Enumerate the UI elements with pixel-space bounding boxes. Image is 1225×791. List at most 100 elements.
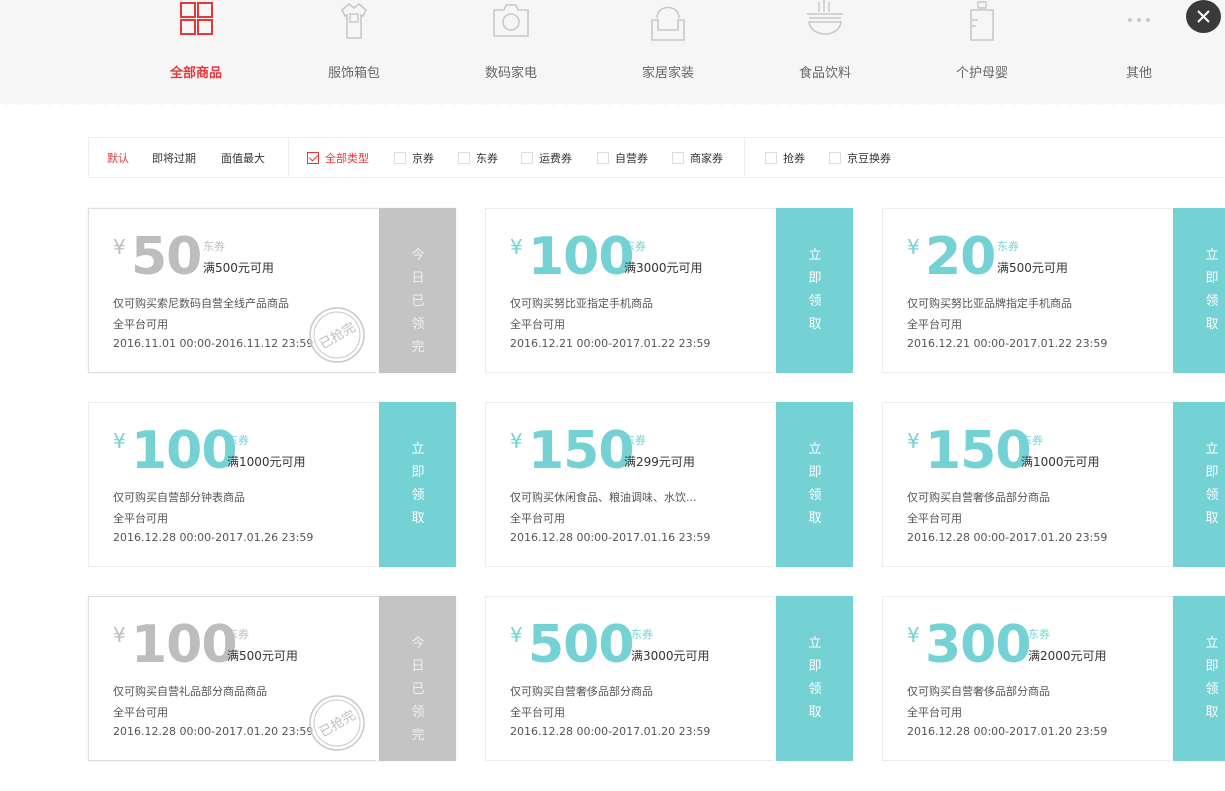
coupon-platform: 全平台可用 <box>907 318 962 331</box>
side-char: 领 <box>808 294 822 309</box>
side-char: 完 <box>411 728 425 743</box>
side-char: 今 <box>411 248 425 263</box>
coupon-card: ¥ 150 东券 满1000元可用 仅可购买自营奢侈品部分商品 全平台可用 20… <box>882 402 1225 567</box>
currency-symbol: ¥ <box>907 235 920 259</box>
coupon-condition: 满3000元可用 <box>631 649 710 663</box>
currency-symbol: ¥ <box>510 429 523 453</box>
coupon-condition: 满2000元可用 <box>1028 649 1107 663</box>
coupon-platform: 全平台可用 <box>907 706 962 719</box>
camera-icon <box>493 4 529 37</box>
coupon-condition: 满299元可用 <box>624 455 695 469</box>
currency-symbol: ¥ <box>510 623 523 647</box>
side-char: 立 <box>808 442 822 457</box>
coupon-platform: 全平台可用 <box>907 512 962 525</box>
side-char: 取 <box>1205 317 1219 332</box>
filter-bean-exchange[interactable]: 京豆换券 <box>829 150 891 166</box>
checkbox-icon <box>829 152 841 164</box>
category-label: 全部商品 <box>169 66 222 81</box>
close-button[interactable] <box>1186 0 1221 33</box>
sold-out-stamp-icon: 已抢完 <box>309 307 365 363</box>
side-char: 即 <box>808 271 822 286</box>
claim-button[interactable]: 立即领取 <box>1170 596 1225 761</box>
coupon-platform: 全平台可用 <box>510 512 565 525</box>
category-label: 数码家电 <box>484 66 537 81</box>
side-char: 领 <box>808 488 822 503</box>
coupon-amount: 100 <box>528 227 635 287</box>
side-char: 即 <box>411 465 425 480</box>
coupon-card: ¥ 100 东券 满500元可用 仅可购买自营礼品部分商品商品 全平台可用 20… <box>88 596 456 761</box>
coupon-description: 仅可购买索尼数码自营全线产品商品 <box>113 297 289 310</box>
category-label: 个护母婴 <box>955 66 1008 81</box>
claim-button[interactable]: 立即领取 <box>773 402 853 567</box>
claim-button[interactable]: 立即领取 <box>1170 208 1225 373</box>
currency-symbol: ¥ <box>113 429 126 453</box>
coupon-description: 仅可购买自营部分钟表商品 <box>113 491 245 504</box>
side-char: 日 <box>411 659 425 674</box>
coupon-amount: 150 <box>528 421 635 481</box>
sort-max-value[interactable]: 面值最大 <box>221 150 265 166</box>
coupon-type: 东券 <box>1021 434 1043 447</box>
coupon-type: 东券 <box>227 628 249 641</box>
coupon-description: 仅可购买自营奢侈品部分商品 <box>907 685 1050 698</box>
claim-button[interactable]: 立即领取 <box>376 402 456 567</box>
coupon-card: ¥ 50 东券 满500元可用 仅可购买索尼数码自营全线产品商品 全平台可用 2… <box>88 208 456 373</box>
coupon-date-range: 2016.12.28 00:00-2017.01.20 23:59 <box>907 725 1108 738</box>
coupon-amount: 100 <box>131 615 238 675</box>
sort-expiring[interactable]: 即将过期 <box>152 150 196 166</box>
coupon-card: ¥ 300 东券 满2000元可用 仅可购买自营奢侈品部分商品 全平台可用 20… <box>882 596 1225 761</box>
side-char: 即 <box>1205 465 1219 480</box>
coupon-condition: 满1000元可用 <box>1021 455 1100 469</box>
coupon-platform: 全平台可用 <box>113 318 168 331</box>
sold-out-panel: 今日已领完 <box>376 208 456 373</box>
coupon-condition: 满500元可用 <box>997 261 1068 275</box>
side-char: 即 <box>1205 659 1219 674</box>
coupon-platform: 全平台可用 <box>113 512 168 525</box>
type-shipping[interactable]: 运费券 <box>521 150 572 166</box>
side-char: 取 <box>411 511 425 526</box>
type-self-run[interactable]: 自营券 <box>597 150 648 166</box>
coupon-card: ¥ 500 东券 满3000元可用 仅可购买自营奢侈品部分商品 全平台可用 20… <box>485 596 853 761</box>
side-char: 即 <box>808 465 822 480</box>
side-char: 取 <box>1205 511 1219 526</box>
coupon-date-range: 2016.12.28 00:00-2017.01.20 23:59 <box>907 531 1108 544</box>
type-label: 商家券 <box>690 152 723 165</box>
coupon-description: 仅可购买自营礼品部分商品商品 <box>113 685 267 698</box>
checkbox-icon <box>672 152 684 164</box>
coupon-description: 仅可购买努比亚品牌指定手机商品 <box>907 297 1072 310</box>
category-label: 家居家装 <box>641 66 694 81</box>
coupon-date-range: 2016.11.01 00:00-2016.11.12 23:59 <box>113 337 314 350</box>
type-all[interactable]: 全部类型 <box>307 150 369 166</box>
checkbox-icon <box>521 152 533 164</box>
coupon-date-range: 2016.12.28 00:00-2017.01.16 23:59 <box>510 531 711 544</box>
side-char: 今 <box>411 636 425 651</box>
coupon-card: ¥ 100 东券 满1000元可用 仅可购买自营部分钟表商品 全平台可用 201… <box>88 402 456 567</box>
coupon-amount: 500 <box>528 615 635 675</box>
filter-grab[interactable]: 抢券 <box>765 150 805 166</box>
side-char: 领 <box>808 682 822 697</box>
currency-symbol: ¥ <box>113 623 126 647</box>
claim-button[interactable]: 立即领取 <box>773 596 853 761</box>
side-char: 领 <box>411 317 425 332</box>
type-dong[interactable]: 东券 <box>458 150 498 166</box>
sort-default[interactable]: 默认 <box>107 150 129 166</box>
type-label: 全部类型 <box>325 152 369 165</box>
coupon-type: 东券 <box>997 240 1019 253</box>
checkbox-icon <box>765 152 777 164</box>
checkbox-icon <box>307 152 319 164</box>
side-char: 日 <box>411 271 425 286</box>
filter-separator <box>288 138 289 177</box>
side-char: 已 <box>411 682 425 697</box>
coupon-type: 东券 <box>624 434 646 447</box>
type-merchant[interactable]: 商家券 <box>672 150 723 166</box>
side-char: 立 <box>1205 442 1219 457</box>
sold-out-panel: 今日已领完 <box>376 596 456 761</box>
checkbox-icon <box>458 152 470 164</box>
coupon-card: ¥ 20 东券 满500元可用 仅可购买努比亚品牌指定手机商品 全平台可用 20… <box>882 208 1225 373</box>
coupon-type: 东券 <box>624 240 646 253</box>
coupon-description: 仅可购买休闲食品、粮油调味、水饮... <box>510 491 697 504</box>
type-jing[interactable]: 京券 <box>394 150 434 166</box>
claim-button[interactable]: 立即领取 <box>773 208 853 373</box>
coupon-date-range: 2016.12.28 00:00-2017.01.26 23:59 <box>113 531 314 544</box>
coupon-amount: 100 <box>131 421 238 481</box>
claim-button[interactable]: 立即领取 <box>1170 402 1225 567</box>
